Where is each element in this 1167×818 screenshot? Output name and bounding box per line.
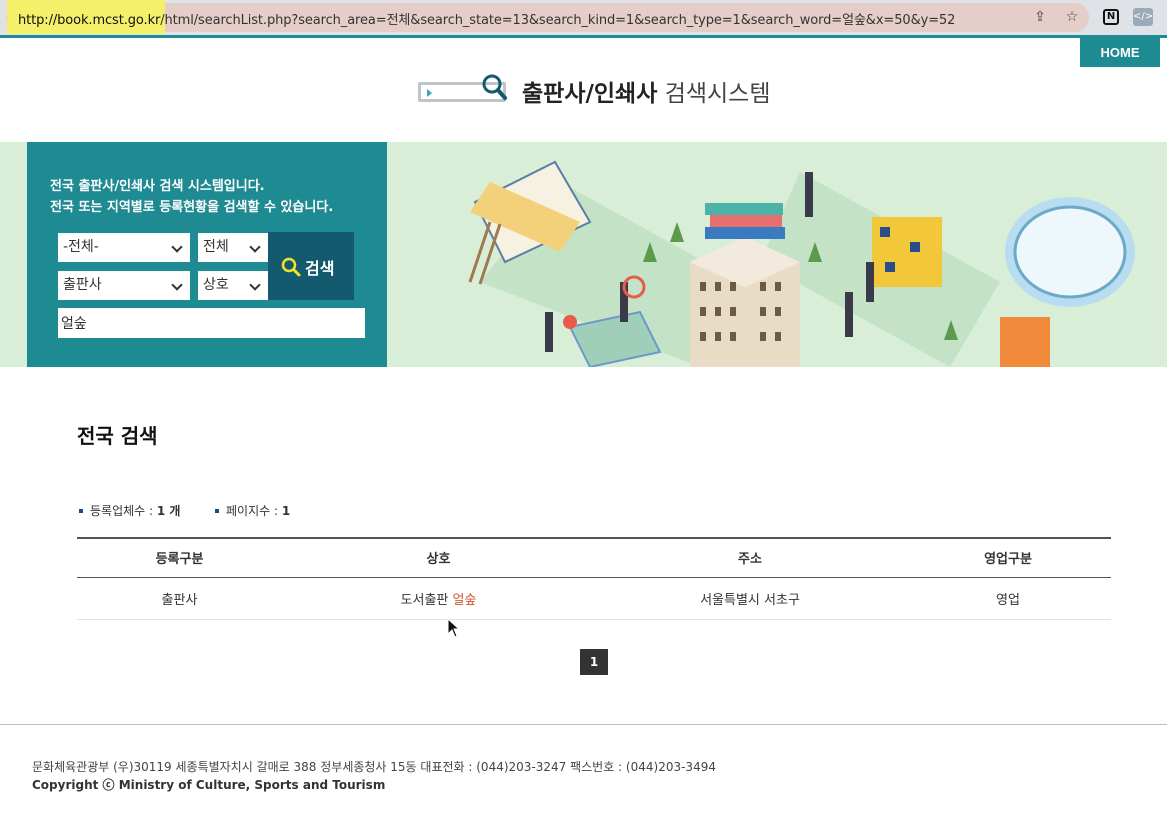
- bookmark-star-icon[interactable]: ☆: [1063, 8, 1081, 26]
- column-header-type: 등록구분: [77, 537, 282, 578]
- pagination-page-1[interactable]: 1: [580, 649, 608, 675]
- bullet-icon: [215, 508, 219, 513]
- browser-toolbar: http://book.mcst.go.kr/html/searchList.p…: [0, 0, 1167, 35]
- footer-copyright: Copyright ⓒ Ministry of Culture, Sports …: [32, 778, 386, 792]
- site-title-rest: 검색시스템: [664, 81, 771, 107]
- state-select-value: 전체: [203, 239, 229, 255]
- search-button[interactable]: 검색: [268, 232, 354, 300]
- results-table: 등록구분 상호 주소 영업구분 출판사 도서출판 얼숲 서울특별시 서초구 영업: [77, 537, 1111, 620]
- cell-type: 출판사: [77, 577, 282, 620]
- cell-status: 영업: [905, 577, 1111, 620]
- cell-name[interactable]: 도서출판 얼숲: [282, 577, 595, 620]
- state-select[interactable]: 전체: [198, 233, 268, 262]
- url-path: /html/searchList.php?search_area=전체&sear…: [160, 13, 956, 28]
- notion-extension-icon[interactable]: N: [1103, 9, 1119, 25]
- type-select-value: 상호: [203, 277, 229, 293]
- name-highlight: 얼숲: [452, 592, 477, 608]
- site-title-bold: 출판사/인쇄사: [522, 81, 658, 107]
- name-prefix: 도서출판: [400, 592, 453, 608]
- chevron-down-icon: [249, 279, 261, 291]
- footer-divider: [0, 724, 1167, 725]
- search-icon: [281, 257, 301, 277]
- kind-select[interactable]: 출판사: [58, 271, 190, 300]
- search-description: 전국 출판사/인쇄사 검색 시스템입니다. 전국 또는 지역별로 등록현황을 검…: [50, 176, 333, 218]
- column-header-name: 상호: [282, 537, 595, 578]
- area-select[interactable]: -전체-: [58, 233, 190, 262]
- column-header-status: 영업구분: [905, 537, 1111, 578]
- table-header-row: 등록구분 상호 주소 영업구분: [77, 537, 1111, 578]
- top-accent-line: [0, 35, 1167, 38]
- cell-address: 서울특별시 서초구: [595, 577, 905, 620]
- description-line-1: 전국 출판사/인쇄사 검색 시스템입니다.: [50, 179, 265, 194]
- home-button[interactable]: HOME: [1080, 38, 1160, 67]
- url-host: http://book.mcst.go.kr: [18, 13, 161, 28]
- code-extension-icon[interactable]: </>: [1133, 8, 1153, 26]
- column-header-address: 주소: [595, 537, 905, 578]
- mouse-cursor-icon: [447, 618, 461, 638]
- site-title: 출판사/인쇄사 검색시스템: [522, 74, 771, 108]
- footer-address: 문화체육관광부 (우)30119 세종특별자치시 갈매로 388 정부세종청사 …: [32, 760, 716, 774]
- area-select-value: -전체-: [63, 239, 99, 255]
- registered-count: 등록업체수 : 1 개: [79, 502, 180, 519]
- chevron-down-icon: [171, 279, 183, 291]
- chevron-down-icon: [171, 241, 183, 253]
- description-line-2: 전국 또는 지역별로 등록현황을 검색할 수 있습니다.: [50, 200, 334, 215]
- kind-select-value: 출판사: [63, 277, 102, 293]
- page-count-value: 1: [281, 504, 291, 518]
- bullet-icon: [79, 508, 83, 513]
- magnifier-icon: [482, 74, 507, 100]
- page-count-label: 페이지수 :: [226, 504, 279, 518]
- chevron-down-icon: [249, 241, 261, 253]
- play-icon: [427, 89, 432, 97]
- registered-count-value: 1 개: [156, 504, 181, 518]
- share-icon[interactable]: ⇪: [1031, 8, 1049, 26]
- table-row[interactable]: 출판사 도서출판 얼숲 서울특별시 서초구 영업: [77, 577, 1111, 620]
- type-select[interactable]: 상호: [198, 271, 268, 300]
- search-button-label: 검색: [305, 259, 335, 278]
- search-word-input[interactable]: [58, 308, 365, 338]
- url-text[interactable]: http://book.mcst.go.kr/html/searchList.p…: [18, 9, 955, 28]
- page-count: 페이지수 : 1: [215, 502, 290, 519]
- registered-count-label: 등록업체수 :: [90, 504, 154, 518]
- page-title: 전국 검색: [77, 424, 158, 448]
